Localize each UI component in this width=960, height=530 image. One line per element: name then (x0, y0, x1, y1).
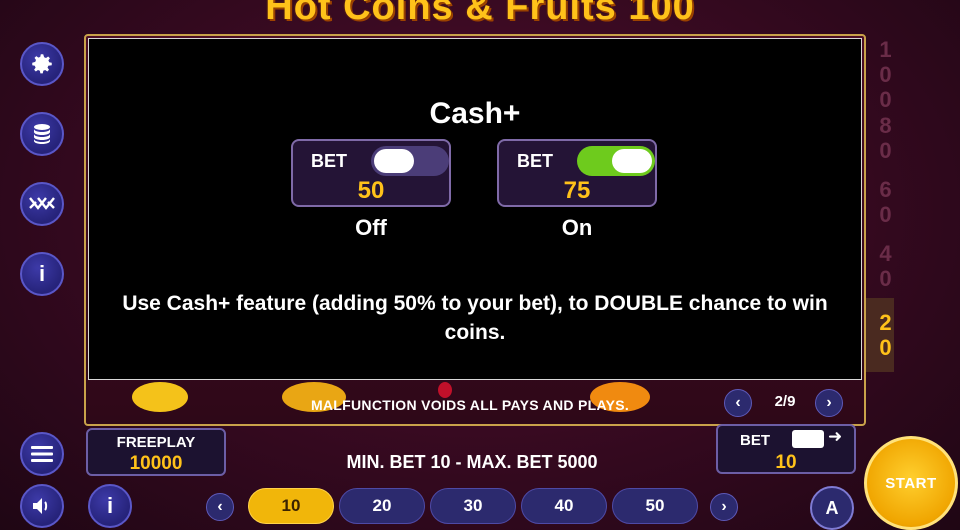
ladder-value: 100 (873, 36, 898, 112)
freeplay-label: FREEPLAY (116, 434, 196, 451)
bet-cash-plus-toggle[interactable] (792, 430, 824, 448)
menu-button[interactable] (20, 432, 64, 476)
bet-label: BET (740, 432, 770, 449)
info-button[interactable]: i (20, 252, 64, 296)
cross-x-icon (29, 197, 55, 210)
bet-chip-40[interactable]: 40 (521, 488, 607, 524)
bet-card-off: BET 50 (291, 139, 451, 207)
freeplay-balance: FREEPLAY 10000 (86, 428, 226, 476)
ladder-rung-60: 60 (866, 170, 898, 234)
coins-button[interactable] (20, 112, 64, 156)
gear-icon (32, 54, 52, 74)
chips-next-button[interactable]: › (710, 493, 738, 521)
chips-prev-button[interactable]: ‹ (206, 493, 234, 521)
bet-chip-50[interactable]: 50 (612, 488, 698, 524)
cherry-symbol-peek (438, 382, 452, 398)
bet-card-label: BET (311, 151, 347, 171)
page-indicator: 2/9 (774, 393, 796, 410)
ladder-rung-20-active: 20 (866, 298, 898, 372)
game-title: Hot Coins & Fruits 100 (265, 0, 695, 28)
freeplay-value: 10000 (129, 453, 183, 474)
toggle-knob (612, 149, 652, 173)
info-next-page-button[interactable]: › (815, 389, 843, 417)
sound-button[interactable] (20, 484, 64, 528)
ladder-value: 80 (873, 113, 898, 163)
cash-plus-toggle-on[interactable] (577, 146, 655, 176)
bet-card-value: 75 (563, 177, 591, 204)
speaker-icon (33, 498, 48, 514)
lemon-symbol-peek (132, 382, 188, 412)
start-button[interactable]: START (864, 436, 958, 530)
bet-panel[interactable]: BET ➜ 10 (716, 424, 856, 474)
bet-chip-10[interactable]: 10 (248, 488, 334, 524)
bet-limits: MIN. BET 10 - MAX. BET 5000 (346, 452, 598, 472)
info-prev-page-button[interactable]: ‹ (724, 389, 752, 417)
state-label-on: On (561, 215, 593, 240)
hamburger-menu-icon (31, 446, 53, 462)
coin-stack-icon (34, 124, 50, 144)
toggle-knob (374, 149, 414, 173)
bet-chip-20[interactable]: 20 (339, 488, 425, 524)
ladder-value: 20 (873, 310, 898, 360)
ladder-value: 60 (873, 177, 898, 227)
ladder-rung-80: 80 (866, 106, 898, 170)
bottom-info-button[interactable]: i (88, 484, 132, 528)
bet-chip-30[interactable]: 30 (430, 488, 516, 524)
autoplay-button[interactable]: A (810, 486, 854, 530)
overlay-title: Cash+ (429, 97, 521, 130)
multiplier-ladder: 100 80 60 40 20 (866, 37, 898, 372)
bet-value: 10 (775, 452, 797, 473)
cash-plus-toggle-off[interactable] (371, 146, 449, 176)
ladder-rung-100: 100 (866, 37, 898, 112)
multiplier-button[interactable] (20, 182, 64, 226)
malfunction-notice: MALFUNCTION VOIDS ALL PAYS AND PLAYS. (310, 397, 630, 413)
bet-card-on: BET 75 (497, 139, 657, 207)
info-overlay: Cash+ BET 50 Off BET 75 On Use Cash+ fea… (88, 38, 862, 380)
settings-button[interactable] (20, 42, 64, 86)
feature-description: Use Cash+ feature (adding 50% to your be… (122, 292, 828, 344)
bet-card-label: BET (517, 151, 553, 171)
bet-card-value: 50 (357, 177, 385, 204)
state-label-off: Off (355, 215, 387, 240)
ladder-rung-40: 40 (866, 234, 898, 298)
arrow-right-icon: ➜ (828, 427, 843, 446)
ladder-value: 40 (873, 241, 898, 291)
